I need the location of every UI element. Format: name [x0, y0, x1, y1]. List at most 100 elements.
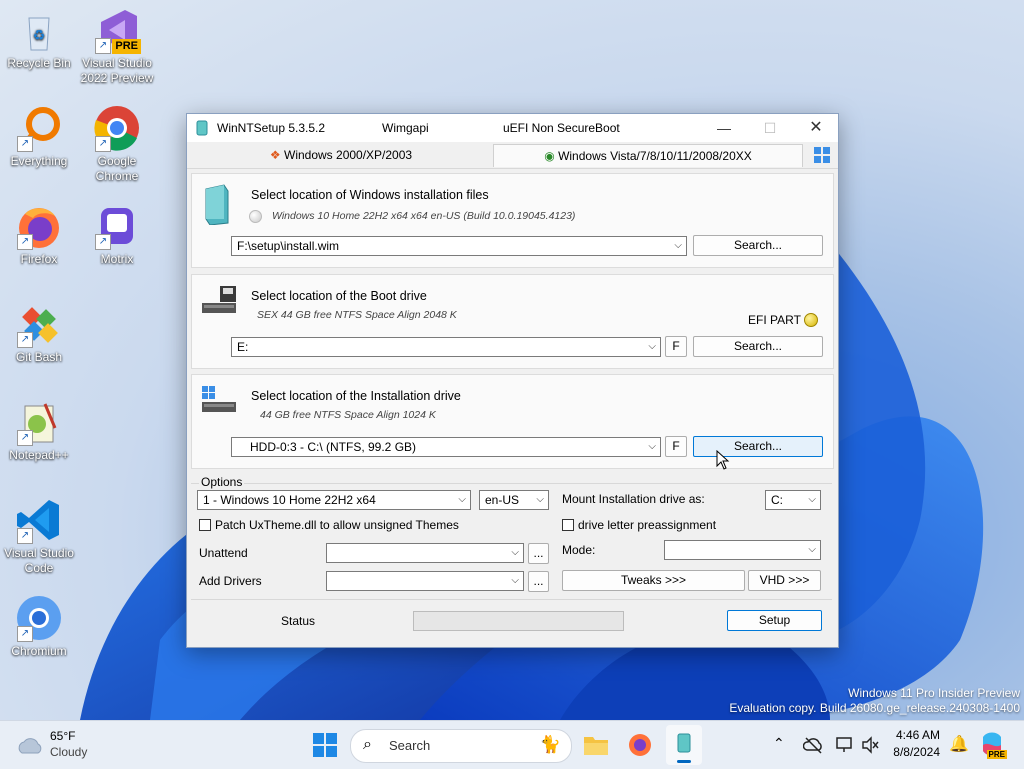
recycle-bin-icon: ♻ — [15, 6, 63, 54]
winntsetup-taskbar-button[interactable] — [666, 725, 702, 765]
start-button[interactable] — [313, 733, 343, 763]
mount-drive-label: Mount Installation drive as: — [562, 492, 705, 506]
search-installation-drive-button[interactable]: Search... — [693, 436, 823, 457]
tab-label: Windows Vista/7/8/10/11/2008/20XX — [558, 149, 752, 163]
mode-combo[interactable]: ⌵ — [664, 540, 821, 560]
firefox-icon: ↗ — [15, 202, 63, 250]
unattend-label: Unattend — [199, 546, 248, 560]
weather-widget[interactable]: 65°F Cloudy — [16, 729, 116, 761]
shortcut-arrow-icon: ↗ — [95, 234, 111, 250]
drive-letter-preassignment-label: drive letter preassignment — [578, 518, 717, 532]
network-icon[interactable] — [835, 735, 855, 755]
desktop-icon-label: Google Chrome — [95, 154, 139, 183]
mode-label: Mode: — [562, 543, 596, 557]
drivers-browse-button[interactable]: ... — [528, 571, 549, 592]
boot-drive-panel: Select location of the Boot drive SEX 44… — [191, 274, 834, 369]
add-drivers-label: Add Drivers — [199, 574, 262, 588]
title-bar[interactable]: WinNTSetup 5.3.5.2 Wimgapi uEFI Non Secu… — [187, 114, 838, 142]
desktop-icon-everything[interactable]: ↗ Everything — [1, 104, 77, 169]
wimgapi-label: Wimgapi — [382, 121, 429, 135]
boot-drive-f-button[interactable]: F — [665, 336, 687, 357]
minimize-button[interactable]: — — [701, 114, 747, 142]
installation-drive-f-button[interactable]: F — [665, 436, 687, 457]
search-boot-drive-button[interactable]: Search... — [693, 336, 823, 357]
file-explorer-icon[interactable] — [583, 733, 613, 763]
notepad-plus-plus-icon: ↗ — [15, 398, 63, 446]
window-title: WinNTSetup 5.3.5.2 — [217, 121, 326, 135]
maximize-button[interactable]: ☐ — [747, 114, 793, 142]
copilot-button[interactable]: PRE — [979, 731, 1007, 759]
patch-uxtheme-label: Patch UxTheme.dll to allow unsigned Them… — [215, 518, 459, 532]
winntsetup-taskbar-icon — [677, 733, 691, 753]
desktop-icon-firefox[interactable]: ↗ Firefox — [1, 202, 77, 267]
firefox-taskbar-icon[interactable] — [627, 731, 657, 761]
desktop-icon-recycle-bin[interactable]: ♻ Recycle Bin — [1, 6, 77, 71]
search-placeholder: Search — [389, 738, 431, 753]
tweaks-button[interactable]: Tweaks >>> — [562, 570, 745, 591]
desktop-icon-google-chrome[interactable]: ↗ Google Chrome — [79, 104, 155, 184]
search-install-files-button[interactable]: Search... — [693, 235, 823, 256]
mouse-cursor-icon — [716, 450, 730, 470]
close-button[interactable]: ✕ — [793, 114, 839, 142]
boot-drive-combo[interactable]: E: ⌵ — [231, 337, 661, 357]
chevron-down-icon: ⌵ — [808, 494, 816, 505]
cloud-icon — [18, 738, 42, 754]
desktop-icon-visual-studio[interactable]: PRE ↗ Visual Studio 2022 Preview — [79, 6, 155, 86]
language-combo[interactable]: en-US ⌵ — [479, 490, 549, 510]
weather-temp: 65°F — [50, 729, 76, 743]
windows-xp-flag-icon: ❖ — [269, 148, 281, 162]
vhd-button[interactable]: VHD >>> — [748, 570, 821, 591]
setup-button[interactable]: Setup — [727, 610, 822, 631]
clock[interactable]: 4:46 AM 8/8/2024 — [888, 727, 940, 761]
chevron-down-icon: ⌵ — [536, 494, 544, 505]
options-legend: Options — [199, 475, 245, 489]
installation-files-panel: Select location of Windows installation … — [191, 173, 834, 268]
drive-letter-preassignment-checkbox[interactable] — [562, 519, 574, 531]
section-title: Select location of Windows installation … — [251, 188, 489, 202]
unattend-browse-button[interactable]: ... — [528, 543, 549, 564]
notification-bell-icon[interactable]: 🔔 — [949, 734, 969, 754]
unattend-combo[interactable]: ⌵ — [326, 543, 524, 563]
watermark-line-1: Windows 11 Pro Insider Preview — [848, 686, 1020, 700]
desktop-icon-label: Notepad++ — [9, 448, 69, 462]
cloud-offline-icon[interactable] — [803, 736, 823, 754]
volume-muted-icon[interactable] — [861, 736, 879, 754]
desktop-icon-notepad-plus-plus[interactable]: ↗ Notepad++ — [1, 398, 77, 463]
copilot-pre-badge: PRE — [986, 750, 1007, 759]
desktop-icon-label: Recycle Bin — [7, 56, 71, 70]
chevron-down-icon: ⌵ — [674, 240, 682, 251]
status-dot-icon — [249, 210, 262, 223]
tab-windows-vista-plus[interactable]: ◉ Windows Vista/7/8/10/11/2008/20XX — [493, 144, 803, 167]
desktop-icon-label: Git Bash — [15, 350, 63, 364]
chevron-up-icon[interactable]: ⌃ — [773, 735, 785, 752]
chevron-down-icon: ⌵ — [808, 544, 816, 555]
shortcut-arrow-icon: ↗ — [95, 136, 111, 152]
edition-combo[interactable]: 1 - Windows 10 Home 22H2 x64 ⌵ — [197, 490, 471, 510]
shortcut-arrow-icon: ↗ — [17, 234, 33, 250]
add-drivers-combo[interactable]: ⌵ — [326, 571, 524, 591]
desktop-icon-motrix[interactable]: ↗ Motrix — [79, 202, 155, 267]
desktop-icon-git-bash[interactable]: ↗ Git Bash — [1, 300, 77, 365]
combo-value: E: — [237, 340, 249, 354]
boot-mode-label: uEFI Non SecureBoot — [503, 121, 620, 135]
desktop-icon-chromium[interactable]: ↗ Chromium — [1, 594, 77, 659]
section-title: Select location of the Boot drive — [251, 289, 427, 303]
desktop-icon-label: Firefox — [20, 252, 58, 266]
desktop-icon-vscode[interactable]: ↗ Visual Studio Code — [1, 496, 77, 576]
taskbar-search-box[interactable]: ⌕ Search 🐈 — [350, 729, 572, 763]
chevron-down-icon: ⌵ — [458, 494, 466, 505]
mount-drive-combo[interactable]: C: ⌵ — [765, 490, 821, 510]
boot-drive-icon — [202, 286, 236, 313]
patch-uxtheme-checkbox[interactable] — [199, 519, 211, 531]
efi-part-label: EFI PART — [748, 313, 801, 327]
combo-value: F:\setup\install.wim — [237, 239, 340, 253]
install-source-combo[interactable]: F:\setup\install.wim ⌵ — [231, 236, 687, 256]
installation-drive-combo[interactable]: HDD-0:3 - C:\ (NTFS, 99.2 GB) ⌵ — [231, 437, 661, 457]
chevron-down-icon: ⌵ — [511, 575, 519, 586]
combo-value: C: — [771, 493, 783, 507]
tab-windows-xp[interactable]: ❖ Windows 2000/XP/2003 — [191, 144, 491, 166]
chevron-down-icon: ⌵ — [648, 341, 656, 352]
progress-bar — [413, 611, 624, 631]
windows-logo-icon — [814, 147, 830, 163]
efi-status-dot-icon — [804, 313, 818, 327]
